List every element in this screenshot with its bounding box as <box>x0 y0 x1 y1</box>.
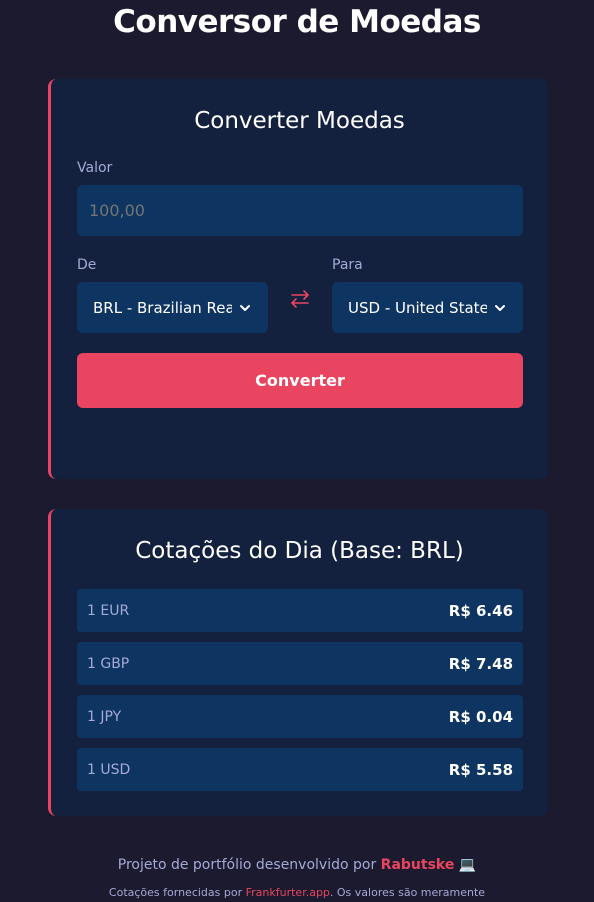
footer-source-text: Cotações fornecidas por <box>108 886 243 899</box>
to-label: Para <box>332 257 363 273</box>
rate-row: 1 EUR R$ 6.46 <box>77 589 523 632</box>
footer-source: Cotações fornecidas por Frankfurter.app.… <box>0 886 594 899</box>
chevron-down-icon <box>495 304 505 311</box>
swap-arrows-icon[interactable] <box>287 286 313 312</box>
rate-currency: 1 USD <box>87 761 131 778</box>
rate-value: R$ 0.04 <box>448 707 513 726</box>
from-currency-select[interactable]: BRL - Brazilian Real <box>77 282 268 333</box>
to-currency-value: USD - United States Dollar <box>348 298 487 317</box>
rate-row: 1 GBP R$ 7.48 <box>77 642 523 685</box>
converter-card: Converter Moedas Valor De BRL - Brazilia… <box>48 79 548 479</box>
rate-value: R$ 5.58 <box>448 760 513 779</box>
from-label: De <box>77 257 97 273</box>
amount-input[interactable] <box>77 185 523 236</box>
rates-card: Cotações do Dia (Base: BRL) 1 EUR R$ 6.4… <box>48 509 548 816</box>
page-title: Conversor de Moedas <box>113 4 481 40</box>
footer-disclaimer-text: . Os valores são meramente <box>329 886 486 899</box>
rates-list: 1 EUR R$ 6.46 1 GBP R$ 7.48 1 JPY R$ 0.0… <box>77 589 523 801</box>
footer-credit-text: Projeto de portfólio desenvolvido por <box>117 857 377 873</box>
footer-credit: Projeto de portfólio desenvolvido por Ra… <box>0 857 594 873</box>
rate-value: R$ 7.48 <box>448 654 513 673</box>
rate-currency: 1 GBP <box>87 655 130 672</box>
converter-title: Converter Moedas <box>194 108 405 134</box>
rates-title: Cotações do Dia (Base: BRL) <box>135 538 464 564</box>
rate-currency: 1 EUR <box>87 602 130 619</box>
rate-row: 1 JPY R$ 0.04 <box>77 695 523 738</box>
rate-currency: 1 JPY <box>87 708 122 725</box>
rate-value: R$ 6.46 <box>448 601 513 620</box>
frankfurter-link[interactable]: Frankfurter.app <box>246 886 330 899</box>
convert-button[interactable]: Converter <box>77 353 523 408</box>
laptop-icon: 💻 <box>458 857 477 873</box>
rate-row: 1 USD R$ 5.58 <box>77 748 523 791</box>
to-currency-select[interactable]: USD - United States Dollar <box>332 282 523 333</box>
author-link[interactable]: Rabutske <box>381 857 455 873</box>
chevron-down-icon <box>240 304 250 311</box>
amount-label: Valor <box>77 160 113 176</box>
from-currency-value: BRL - Brazilian Real <box>93 298 232 317</box>
